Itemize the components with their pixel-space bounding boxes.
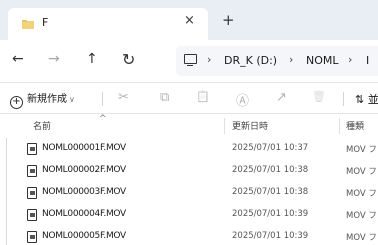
- chevron-right-icon: ›: [207, 53, 212, 66]
- file-name: NOML000004F.MOV: [42, 209, 126, 219]
- file-type: MOV フ: [346, 233, 377, 243]
- file-row[interactable]: NOML000003F.MOV 2025/07/01 10:38 MOV フ: [0, 182, 378, 204]
- sort-ascending-icon: ^: [99, 114, 107, 124]
- file-modified: 2025/07/01 10:38: [232, 187, 309, 197]
- file-type: MOV フ: [346, 211, 377, 221]
- chevron-down-icon: ∨: [69, 95, 75, 104]
- file-type: MOV フ: [346, 189, 377, 199]
- file-modified: 2025/07/01 10:39: [232, 209, 309, 219]
- column-divider[interactable]: [224, 118, 225, 134]
- divider: [343, 92, 344, 106]
- command-bar: + 新規作成 ∨ ✂ ⧉ 📋 Ⓐ ↗ 🗑 ⇅ 並: [0, 82, 378, 114]
- video-file-icon: [27, 143, 37, 155]
- title-bar: F × +: [0, 0, 378, 40]
- file-type: MOV フ: [346, 167, 377, 177]
- file-name: NOML000003F.MOV: [42, 187, 126, 197]
- close-tab-icon[interactable]: ×: [184, 13, 195, 28]
- divider: [102, 92, 103, 106]
- file-row[interactable]: NOML000004F.MOV 2025/07/01 10:39 MOV フ: [0, 204, 378, 226]
- file-modified: 2025/07/01 10:37: [232, 143, 309, 153]
- folder-icon: [22, 20, 34, 29]
- new-tab-button[interactable]: +: [222, 11, 235, 29]
- column-name[interactable]: 名前: [33, 119, 51, 132]
- video-file-icon: [27, 187, 37, 199]
- delete-icon[interactable]: 🗑: [312, 90, 326, 103]
- navigation-bar: ← → ↑ ↻ › DR_K (D:) › NOML › I: [0, 40, 378, 82]
- forward-arrow-icon[interactable]: →: [48, 51, 60, 67]
- up-arrow-icon[interactable]: ↑: [86, 51, 98, 67]
- file-row[interactable]: NOML000005F.MOV 2025/07/01 10:39 MOV フ: [0, 226, 378, 245]
- file-modified: 2025/07/01 10:38: [232, 165, 309, 175]
- video-file-icon: [27, 209, 37, 221]
- plus-circle-icon: +: [10, 96, 23, 109]
- file-name: NOML000002F.MOV: [42, 165, 126, 175]
- breadcrumb-noml[interactable]: NOML: [306, 54, 339, 67]
- share-icon[interactable]: ↗: [276, 90, 287, 105]
- file-row[interactable]: NOML000002F.MOV 2025/07/01 10:38 MOV フ: [0, 160, 378, 182]
- paste-icon[interactable]: 📋: [196, 90, 210, 103]
- breadcrumb-drive[interactable]: DR_K (D:): [224, 54, 277, 67]
- chevron-right-icon: ›: [289, 53, 294, 66]
- computer-icon: [184, 54, 197, 67]
- tab-title: F: [42, 16, 49, 29]
- column-modified[interactable]: 更新日時: [232, 119, 268, 132]
- refresh-icon[interactable]: ↻: [122, 50, 135, 69]
- new-button[interactable]: + 新規作成 ∨: [10, 90, 75, 109]
- chevron-right-icon: ›: [348, 53, 353, 66]
- file-name: NOML000001F.MOV: [42, 143, 126, 153]
- folder-tab[interactable]: F ×: [8, 8, 208, 40]
- file-modified: 2025/07/01 10:39: [232, 231, 309, 241]
- sort-button[interactable]: ⇅ 並: [355, 91, 378, 107]
- back-arrow-icon[interactable]: ←: [12, 51, 24, 67]
- file-type: MOV フ: [346, 145, 377, 155]
- file-name: NOML000005F.MOV: [42, 231, 126, 241]
- rename-icon[interactable]: Ⓐ: [236, 90, 249, 109]
- column-header: ^ 名前 更新日時 種類: [0, 114, 378, 138]
- copy-icon[interactable]: ⧉: [160, 90, 169, 105]
- cut-icon[interactable]: ✂: [118, 90, 129, 105]
- column-type[interactable]: 種類: [346, 119, 364, 132]
- video-file-icon: [27, 231, 37, 243]
- new-button-label: 新規作成: [27, 94, 67, 105]
- address-bar[interactable]: › DR_K (D:) › NOML › I: [176, 46, 378, 76]
- column-divider[interactable]: [339, 118, 340, 134]
- file-row[interactable]: NOML000001F.MOV 2025/07/01 10:37 MOV フ: [0, 138, 378, 160]
- video-file-icon: [27, 165, 37, 177]
- breadcrumb-next[interactable]: I: [366, 54, 369, 67]
